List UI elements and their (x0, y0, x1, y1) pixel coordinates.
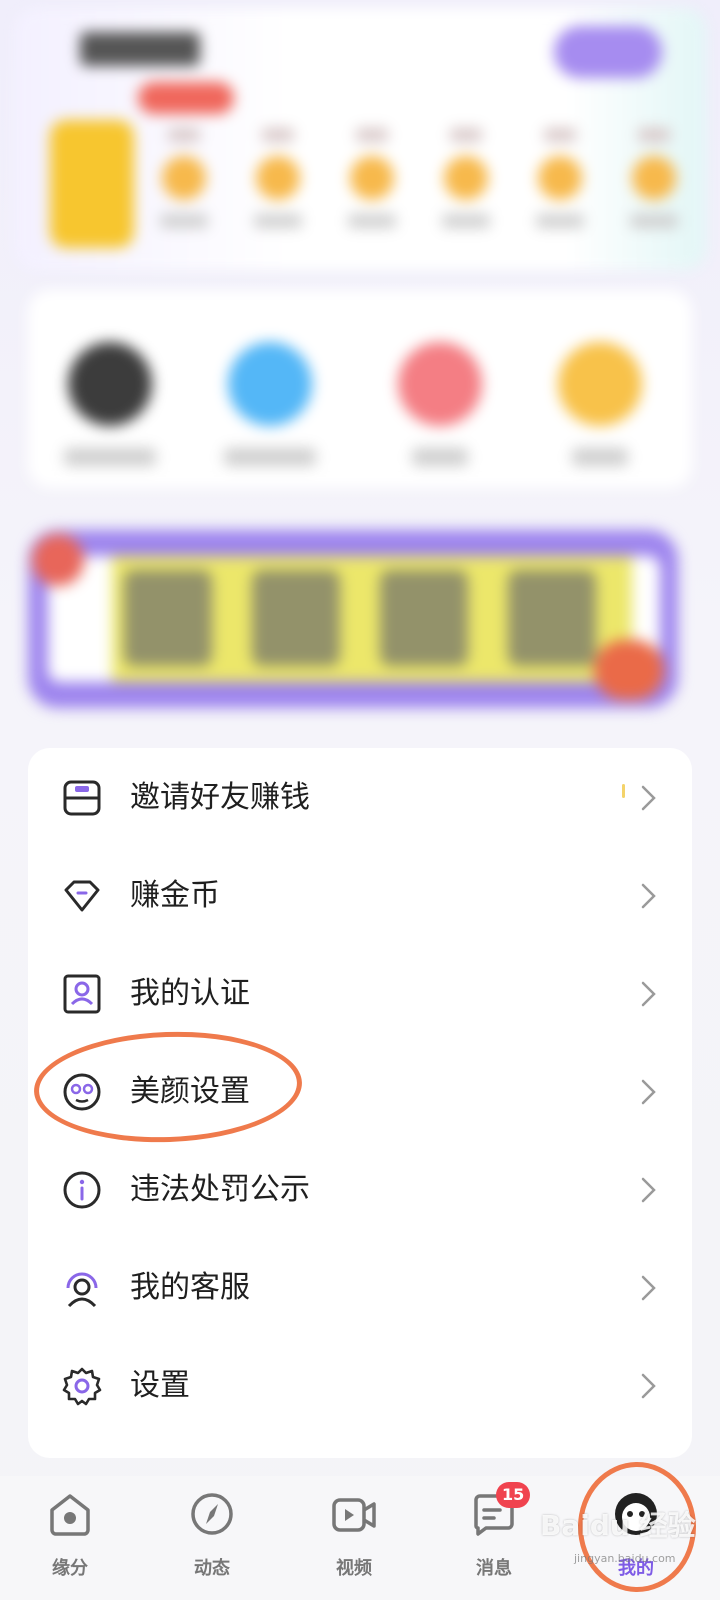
home-icon (50, 1494, 90, 1536)
nav-label: 消息 (476, 1558, 512, 1579)
nav-tab-fate[interactable]: 缘分 (20, 1490, 120, 1596)
compass-icon (191, 1493, 233, 1535)
id-card-icon (62, 974, 102, 1014)
today-reward-tile[interactable] (50, 120, 134, 248)
gear-icon (62, 1366, 102, 1406)
menu-label: 违法处罚公示 (130, 1172, 310, 1207)
nav-label: 动态 (194, 1558, 230, 1579)
envelope-invite-icon (62, 778, 102, 818)
grid-icon-red[interactable] (398, 342, 482, 426)
diamond-icon (62, 876, 102, 916)
grid-label-blurred (412, 448, 468, 466)
menu-label: 我的认证 (130, 976, 250, 1011)
nav-tab-video[interactable]: 视频 (304, 1490, 404, 1596)
grid-icon-yellow[interactable] (558, 342, 642, 426)
grid-label-blurred (224, 448, 316, 466)
headset-icon (62, 1268, 102, 1308)
indicator-dot (622, 784, 625, 798)
menu-item-invite[interactable]: 邀请好友赚钱 (28, 748, 692, 848)
nav-label: 缘分 (52, 1558, 88, 1579)
menu-item-earn-coins[interactable]: 赚金币 (28, 846, 692, 946)
checkin-card (14, 8, 706, 270)
menu-item-settings[interactable]: 设置 (28, 1336, 692, 1436)
day-tile (342, 128, 402, 236)
menu-label: 邀请好友赚钱 (130, 780, 310, 815)
checkin-title-blurred (80, 32, 200, 66)
chevron-right-icon (641, 1275, 656, 1301)
menu-item-verification[interactable]: 我的认证 (28, 944, 692, 1044)
menu-item-violation-notice[interactable]: 违法处罚公示 (28, 1140, 692, 1240)
day-tile (154, 128, 214, 236)
menu-item-customer-service[interactable]: 我的客服 (28, 1238, 692, 1338)
day-tile (530, 128, 590, 236)
chevron-right-icon (641, 1373, 656, 1399)
grid-icon-dark[interactable] (68, 342, 152, 426)
day-tile (436, 128, 496, 236)
menu-label: 设置 (130, 1368, 190, 1403)
day-tile (624, 128, 684, 236)
grid-label-blurred (572, 448, 628, 466)
message-count-badge: 15 (496, 1482, 531, 1508)
reward-tag-blurred (138, 82, 234, 114)
info-circle-icon (62, 1170, 102, 1210)
chevron-right-icon (641, 1177, 656, 1203)
baidu-watermark-url: jingyan.baidu.com (574, 1552, 676, 1565)
nav-tab-feed[interactable]: 动态 (162, 1490, 262, 1596)
grid-label-blurred (64, 448, 156, 466)
checkin-button-blurred[interactable] (554, 26, 662, 78)
chevron-right-icon (641, 1079, 656, 1105)
chevron-right-icon (641, 785, 656, 811)
nav-tab-messages[interactable]: 消息 (444, 1490, 544, 1596)
menu-label: 我的客服 (130, 1270, 250, 1305)
feature-grid (28, 290, 692, 488)
promo-banner[interactable] (28, 530, 678, 708)
video-icon (332, 1498, 376, 1532)
menu-label: 赚金币 (130, 878, 220, 913)
chevron-right-icon (641, 883, 656, 909)
day-tile (248, 128, 308, 236)
nav-label: 视频 (336, 1558, 372, 1579)
grid-icon-blue[interactable] (228, 342, 312, 426)
baidu-watermark: Baidu 经验 (540, 1509, 696, 1542)
chevron-right-icon (641, 981, 656, 1007)
